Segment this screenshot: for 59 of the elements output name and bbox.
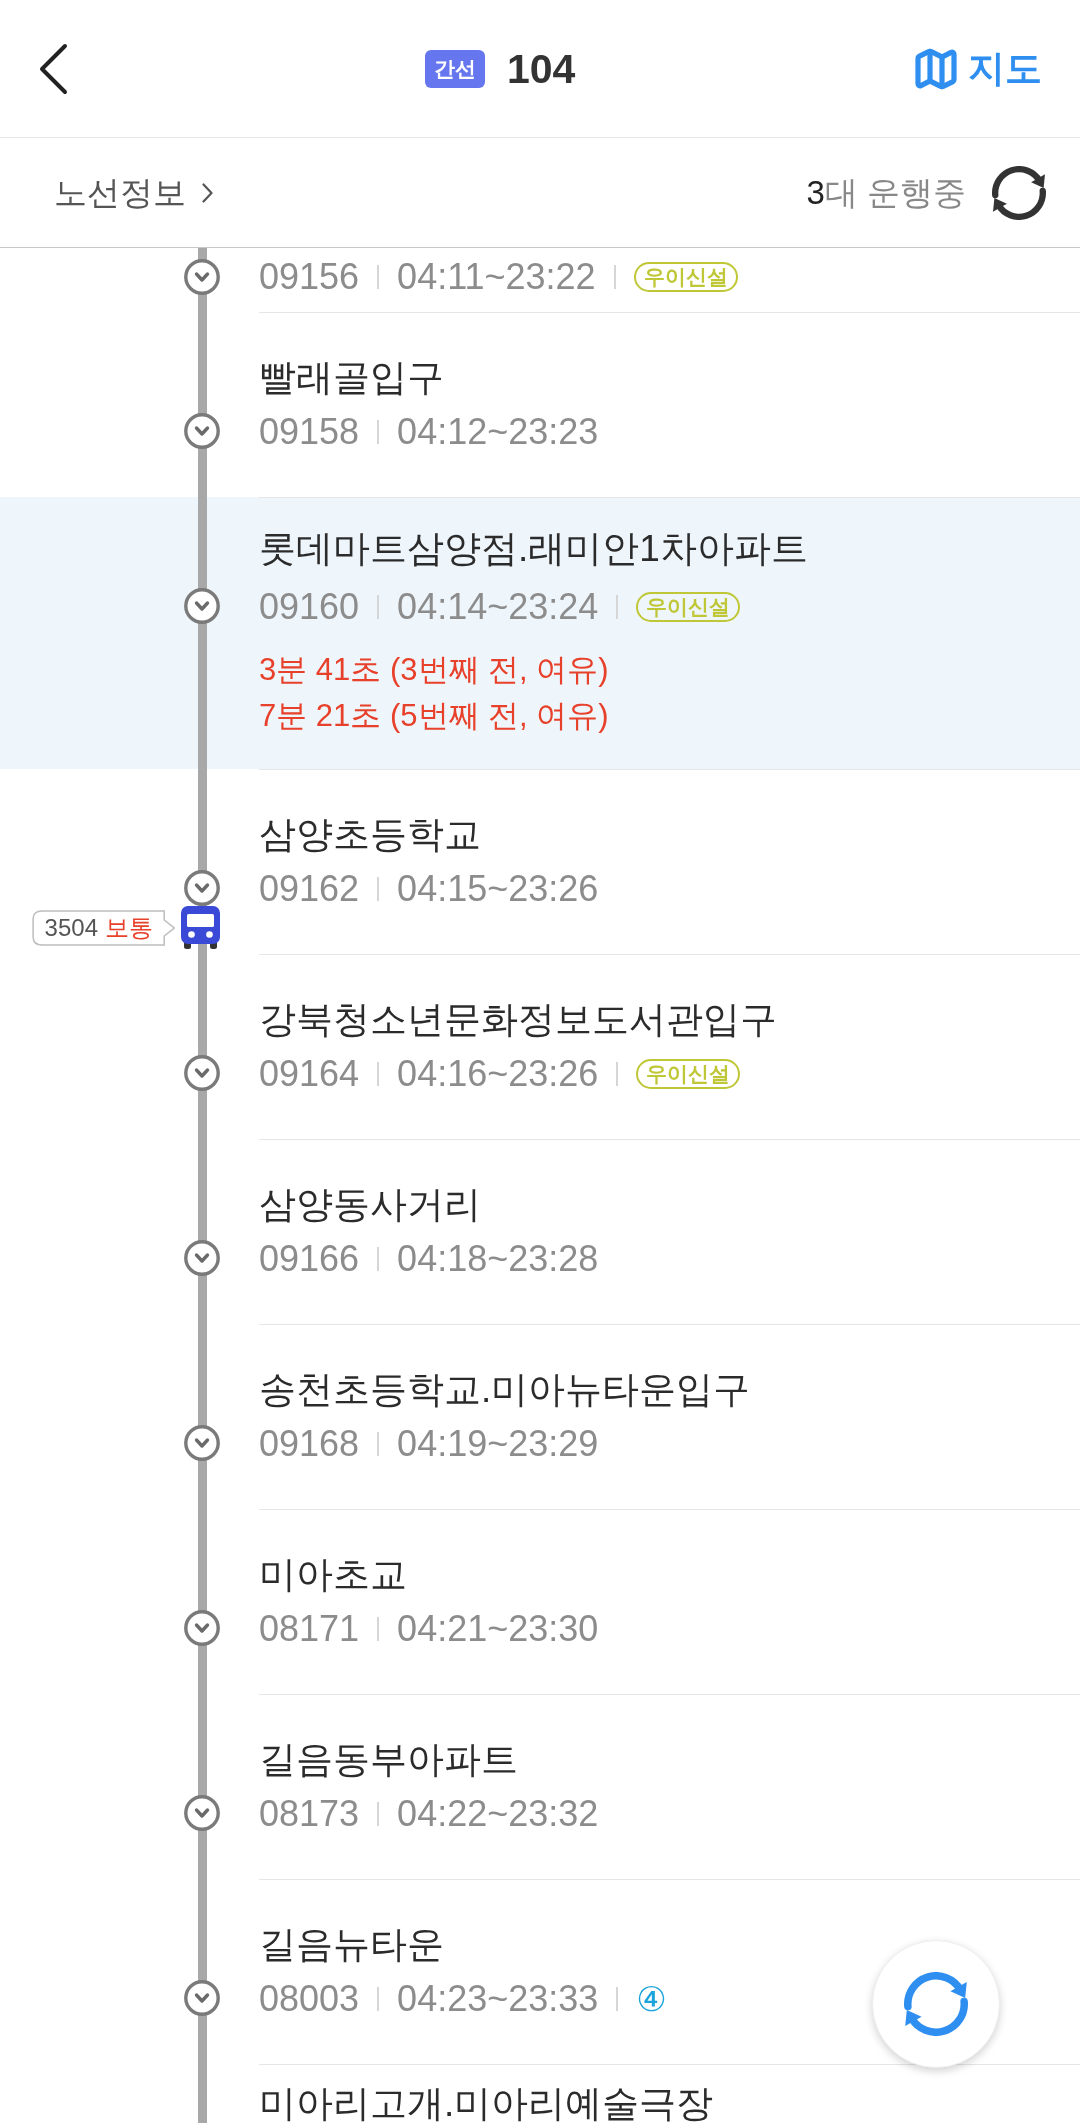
stop-node-icon bbox=[184, 1240, 220, 1276]
stop-node-icon bbox=[184, 1980, 220, 2016]
stop-name: 길음뉴타운 bbox=[259, 1923, 444, 1967]
stop-node-icon bbox=[184, 1055, 220, 1091]
back-icon bbox=[38, 42, 68, 95]
stop-name: 롯데마트삼양점.래미안1차아파트 bbox=[259, 527, 808, 571]
stop-code: 09168 bbox=[259, 1423, 360, 1465]
stop-node-icon bbox=[184, 870, 220, 906]
stop-code: 09162 bbox=[259, 868, 360, 910]
stop-node-icon bbox=[184, 413, 220, 449]
stop-node-icon bbox=[184, 1795, 220, 1831]
line-tag: 우이신설 bbox=[633, 262, 738, 292]
stop-name: 미아리고개.미아리예술극장 bbox=[259, 2082, 714, 2123]
crowding-status: 보통 bbox=[105, 912, 153, 943]
stop-name: 강북청소년문화정보도서관입구 bbox=[259, 998, 777, 1042]
stop-node-icon bbox=[184, 588, 220, 624]
stop-code: 09166 bbox=[259, 1238, 360, 1280]
line-tag: 우이신설 bbox=[636, 1059, 741, 1089]
arrival-time: 7분 21초 (5번째 전, 여유) bbox=[259, 697, 609, 735]
stop-name: 송천초등학교.미아뉴타운입구 bbox=[259, 1368, 751, 1412]
stop-hours: 04:16~23:26 bbox=[397, 1053, 599, 1095]
stop-code: 08171 bbox=[259, 1608, 360, 1650]
bus-number: 3504 bbox=[44, 912, 98, 943]
stop-hours: 04:15~23:26 bbox=[397, 868, 599, 910]
stop-node-icon bbox=[184, 259, 220, 295]
line-tag: 우이신설 bbox=[636, 592, 741, 622]
stop-hours: 04:12~23:23 bbox=[397, 411, 599, 453]
route-info-link[interactable]: 노선정보 bbox=[54, 171, 213, 214]
running-label: 대 운행중 bbox=[824, 172, 966, 213]
bus-icon bbox=[181, 906, 220, 949]
stop-code: 08003 bbox=[259, 1978, 360, 2020]
chevron-right-icon bbox=[202, 182, 213, 203]
arrival-time: 3분 41초 (3번째 전, 여유) bbox=[259, 651, 609, 689]
refresh-icon bbox=[992, 165, 1046, 220]
stop-name: 길음동부아파트 bbox=[259, 1738, 518, 1782]
stop-row[interactable]: 롯데마트삼양점.래미안1차아파트 09160 04:14~23:24 우이신설 3분 41초 (3번째 전, 여유) 7분 21초 (5번째 전, 여유) bbox=[0, 497, 1080, 769]
stop-name: 삼양동사거리 bbox=[259, 1183, 481, 1227]
stop-code: 09158 bbox=[259, 411, 360, 453]
stop-code: 09164 bbox=[259, 1053, 360, 1095]
stop-code: 09156 bbox=[259, 256, 360, 298]
stop-hours: 04:11~23:22 bbox=[397, 256, 596, 298]
stop-code: 09160 bbox=[259, 586, 360, 628]
stop-node-icon bbox=[184, 1425, 220, 1461]
route-type-badge: 간선 bbox=[425, 49, 485, 88]
stop-node-icon bbox=[184, 1610, 220, 1646]
stop-name: 삼양초등학교 bbox=[259, 813, 481, 857]
stop-hours: 04:19~23:29 bbox=[397, 1423, 599, 1465]
stop-hours: 04:21~23:30 bbox=[397, 1608, 599, 1650]
stop-hours: 04:14~23:24 bbox=[397, 586, 599, 628]
stop-code: 08173 bbox=[259, 1793, 360, 1835]
stop-hours: 04:22~23:32 bbox=[397, 1793, 599, 1835]
refresh-icon bbox=[904, 1972, 968, 2036]
route-number: 104 bbox=[507, 44, 576, 93]
stop-hours: 04:23~23:33 bbox=[397, 1978, 599, 2020]
stop-name: 미아초교 bbox=[259, 1553, 407, 1597]
stop-name: 빨래골입구 bbox=[259, 356, 444, 400]
stop-hours: 04:18~23:28 bbox=[397, 1238, 599, 1280]
transfer-number: ④ bbox=[636, 1979, 667, 2019]
running-count: 3 bbox=[806, 172, 825, 213]
